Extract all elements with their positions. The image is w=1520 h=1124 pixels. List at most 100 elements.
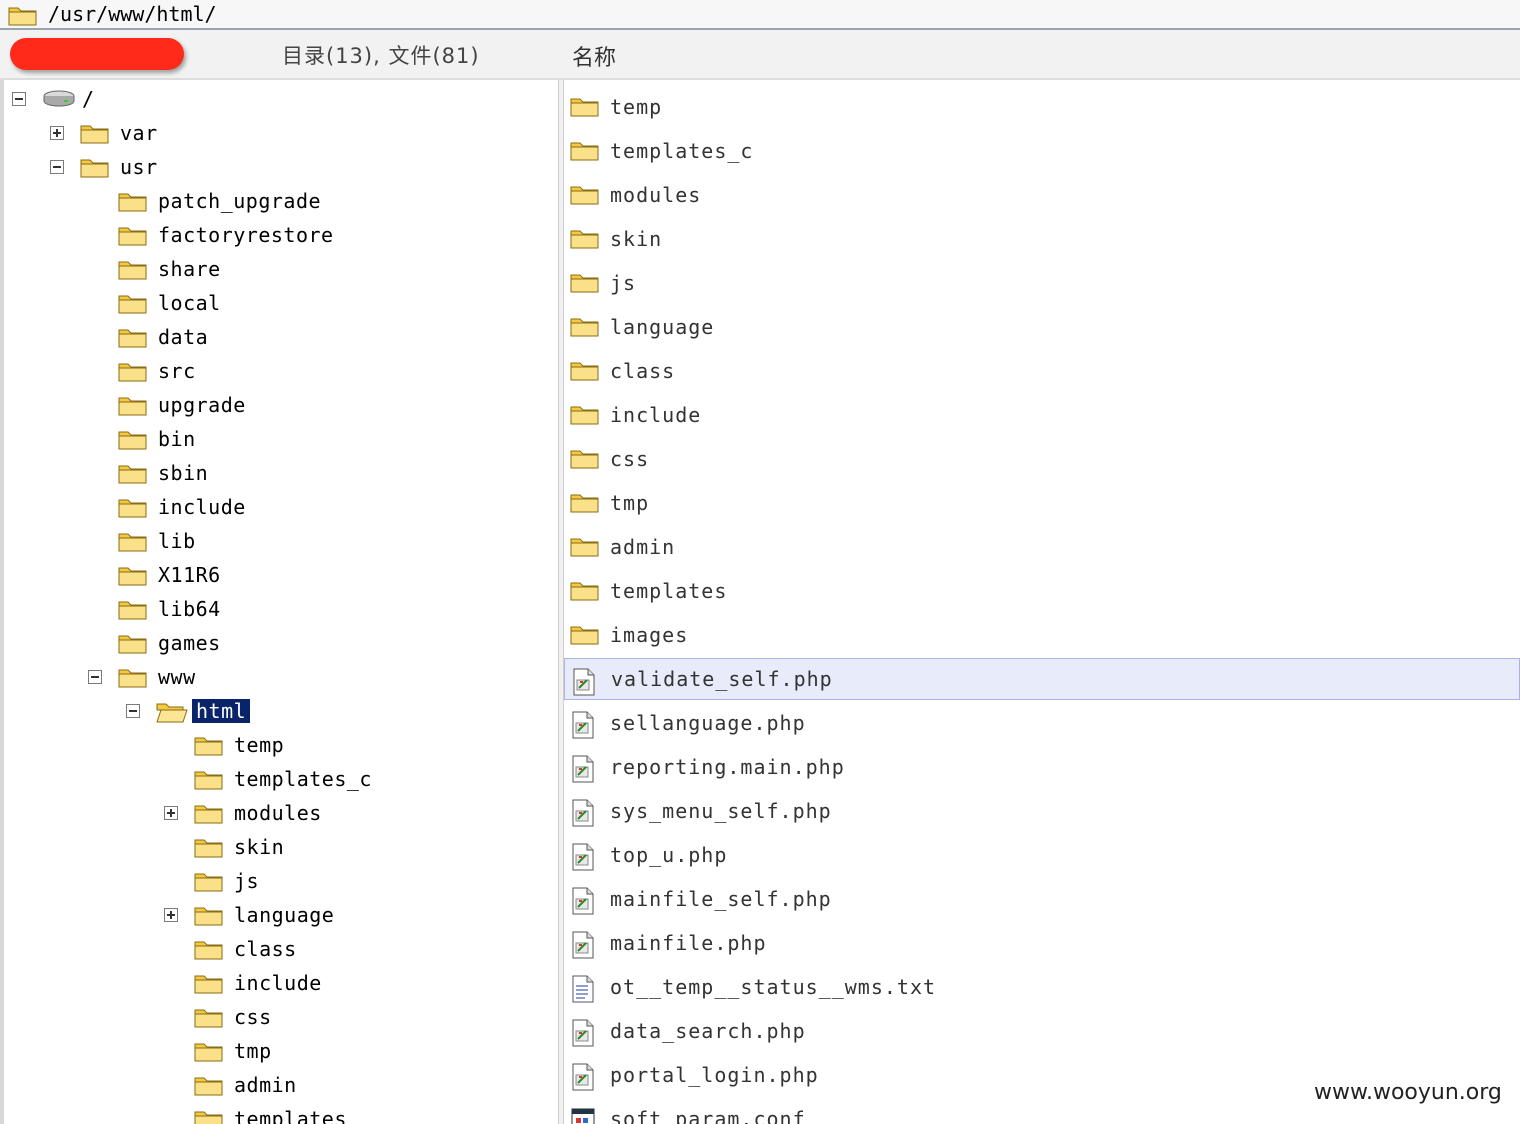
folder-icon xyxy=(194,1074,224,1100)
tree-item[interactable]: games xyxy=(4,628,554,658)
tree-item[interactable]: admin xyxy=(4,1070,554,1100)
collapse-icon[interactable] xyxy=(12,92,26,106)
tree-item[interactable]: src xyxy=(4,356,554,386)
file-row[interactable]: sys_menu_self.php xyxy=(564,790,1520,832)
tree-item-label: css xyxy=(234,1005,272,1029)
tree-item[interactable]: skin xyxy=(4,832,554,862)
collapse-icon[interactable] xyxy=(50,160,64,174)
tree-item-label: include xyxy=(158,495,246,519)
file-name: validate_self.php xyxy=(611,667,833,691)
file-name: sellanguage.php xyxy=(610,711,806,735)
tree-item[interactable]: include xyxy=(4,968,554,998)
folder-icon xyxy=(118,632,148,658)
folder-icon xyxy=(570,95,600,121)
tree-item[interactable]: upgrade xyxy=(4,390,554,420)
tree-item[interactable]: language xyxy=(4,900,554,930)
tree-item[interactable]: templates_c xyxy=(4,764,554,794)
tree-item-label: bin xyxy=(158,427,196,451)
name-column-header[interactable]: 名称 xyxy=(572,40,616,72)
folder-icon xyxy=(118,394,148,420)
folder-icon xyxy=(570,579,600,605)
folder-icon xyxy=(194,904,224,930)
file-row[interactable]: top_u.php xyxy=(564,834,1520,876)
tree-item-label: js xyxy=(234,869,260,893)
tree-item-label: tmp xyxy=(234,1039,272,1063)
folder-icon xyxy=(118,224,148,250)
file-name: temp xyxy=(610,95,663,119)
expand-icon[interactable] xyxy=(50,126,64,140)
folder-icon xyxy=(118,462,148,488)
tree-item-label: templates_c xyxy=(234,767,372,791)
file-list[interactable]: temp templates_c modules skin js language clas… xyxy=(564,80,1520,1124)
folder-icon xyxy=(194,870,224,896)
file-row[interactable]: reporting.main.php xyxy=(564,746,1520,788)
tree-item[interactable]: local xyxy=(4,288,554,318)
file-row[interactable]: language xyxy=(564,306,1520,348)
tree-item[interactable]: share xyxy=(4,254,554,284)
tree-item[interactable]: lib64 xyxy=(4,594,554,624)
tree-item[interactable]: data xyxy=(4,322,554,352)
current-path: /usr/www/html/ xyxy=(48,2,217,26)
file-row[interactable]: images xyxy=(564,614,1520,656)
php-file-icon xyxy=(570,931,596,963)
tree-item-label: lib xyxy=(158,529,196,553)
file-row[interactable]: include xyxy=(564,394,1520,436)
file-name: language xyxy=(610,315,715,339)
folder-tree[interactable]: / var usr patch_upgrade factoryrestore share l… xyxy=(0,80,560,1124)
folder-icon xyxy=(570,315,600,341)
tree-item[interactable]: / xyxy=(4,84,554,114)
expand-icon[interactable] xyxy=(164,908,178,922)
tree-item[interactable]: bin xyxy=(4,424,554,454)
path-bar[interactable]: /usr/www/html/ xyxy=(0,0,1520,30)
file-row[interactable]: templates xyxy=(564,570,1520,612)
tree-item[interactable]: var xyxy=(4,118,554,148)
file-row[interactable]: mainfile_self.php xyxy=(564,878,1520,920)
file-row[interactable]: validate_self.php xyxy=(564,658,1520,700)
tree-item[interactable]: css xyxy=(4,1002,554,1032)
file-name: templates xyxy=(610,579,728,603)
file-row[interactable]: sellanguage.php xyxy=(564,702,1520,744)
tree-item[interactable]: sbin xyxy=(4,458,554,488)
file-row[interactable]: css xyxy=(564,438,1520,480)
tree-item[interactable]: patch_upgrade xyxy=(4,186,554,216)
tree-item[interactable]: X11R6 xyxy=(4,560,554,590)
tree-item[interactable]: include xyxy=(4,492,554,522)
collapse-icon[interactable] xyxy=(126,704,140,718)
tree-item-label: skin xyxy=(234,835,285,859)
folder-icon xyxy=(118,258,148,284)
tree-item[interactable]: lib xyxy=(4,526,554,556)
file-row[interactable]: tmp xyxy=(564,482,1520,524)
tree-item-label: factoryrestore xyxy=(158,223,334,247)
tree-item[interactable]: templates xyxy=(4,1104,554,1124)
file-row[interactable]: admin xyxy=(564,526,1520,568)
tree-item[interactable]: temp xyxy=(4,730,554,760)
file-row[interactable]: js xyxy=(564,262,1520,304)
tree-item[interactable]: usr xyxy=(4,152,554,182)
file-row[interactable]: modules xyxy=(564,174,1520,216)
tree-item[interactable]: html xyxy=(4,696,554,726)
folder-icon xyxy=(570,491,600,517)
folder-icon xyxy=(570,183,600,209)
file-row[interactable]: ot__temp__status__wms.txt xyxy=(564,966,1520,1008)
tree-item-label: src xyxy=(158,359,196,383)
tree-item[interactable]: class xyxy=(4,934,554,964)
file-row[interactable]: class xyxy=(564,350,1520,392)
file-row[interactable]: skin xyxy=(564,218,1520,260)
file-row[interactable]: temp xyxy=(564,86,1520,128)
tree-item[interactable]: factoryrestore xyxy=(4,220,554,250)
expand-icon[interactable] xyxy=(164,806,178,820)
folder-icon xyxy=(118,496,148,522)
collapse-icon[interactable] xyxy=(88,670,102,684)
folder-icon xyxy=(570,139,600,165)
tree-item[interactable]: tmp xyxy=(4,1036,554,1066)
tree-item[interactable]: www xyxy=(4,662,554,692)
file-row[interactable]: templates_c xyxy=(564,130,1520,172)
file-row[interactable]: mainfile.php xyxy=(564,922,1520,964)
file-name: images xyxy=(610,623,689,647)
folder-icon xyxy=(118,598,148,624)
file-row[interactable]: data_search.php xyxy=(564,1010,1520,1052)
tree-item[interactable]: modules xyxy=(4,798,554,828)
folder-icon xyxy=(570,227,600,253)
folder-icon xyxy=(194,802,224,828)
tree-item[interactable]: js xyxy=(4,866,554,896)
